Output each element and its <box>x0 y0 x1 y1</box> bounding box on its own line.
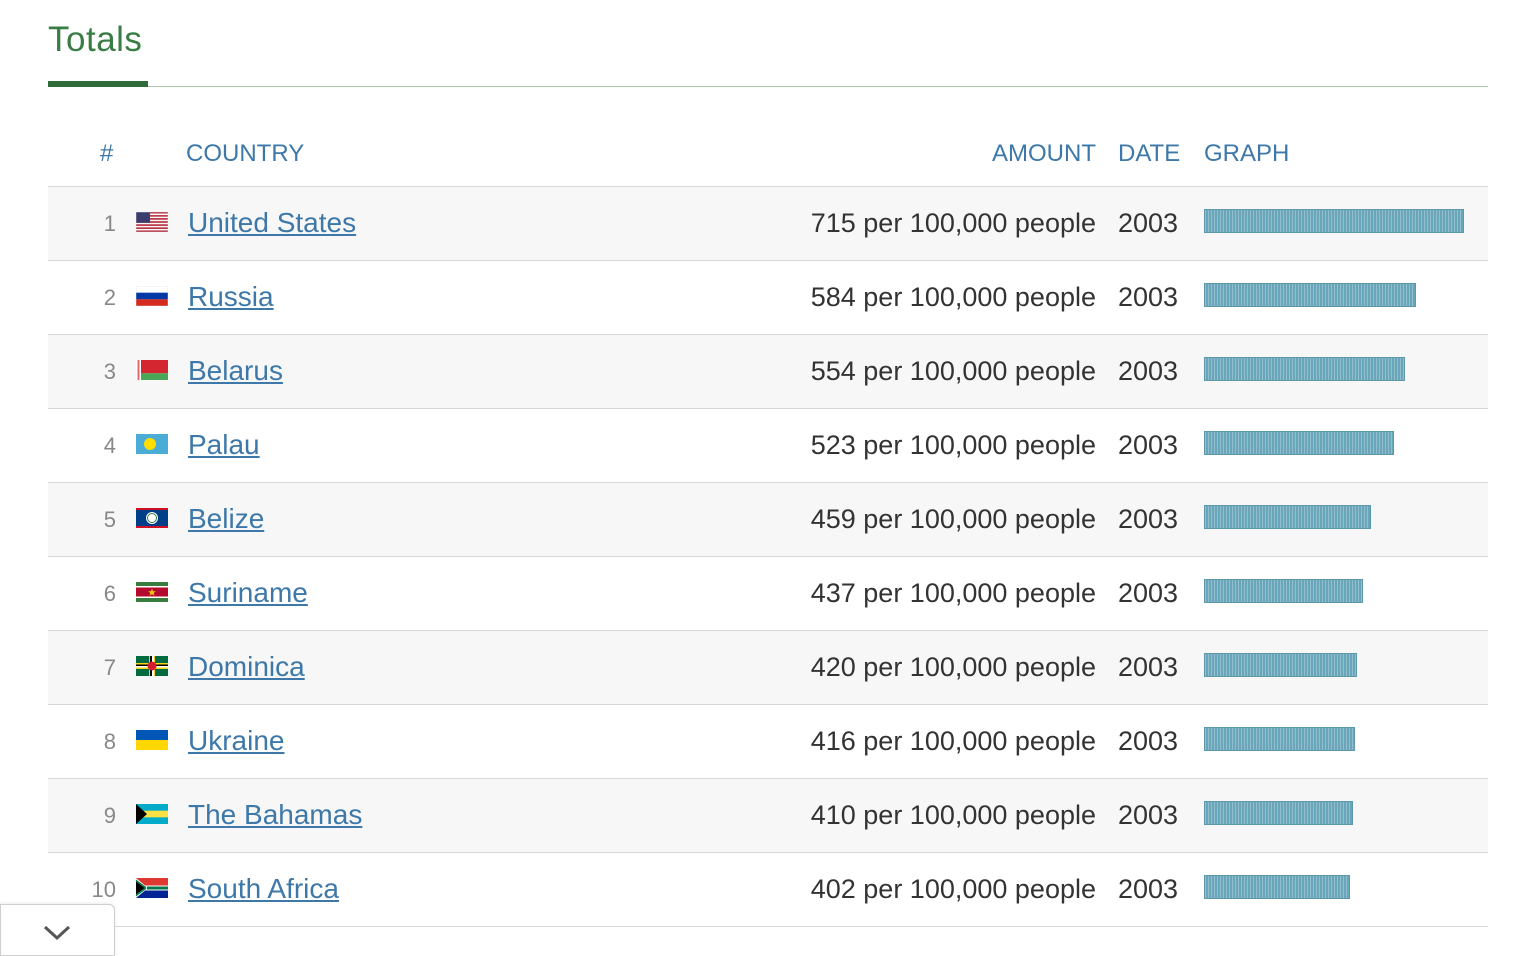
table-row: 3 Belarus 554 per 100,000 people 2003 <box>48 335 1488 409</box>
row-rank: 10 <box>91 877 116 902</box>
country-link[interactable]: Ukraine <box>188 725 284 757</box>
header-date[interactable]: DATE <box>1118 140 1180 168</box>
graph-bar <box>1204 875 1350 899</box>
row-amount: 584 per 100,000 people <box>810 282 1096 312</box>
country-link[interactable]: Suriname <box>188 577 308 609</box>
graph-bar <box>1204 283 1416 307</box>
row-date: 2003 <box>1118 430 1179 460</box>
header-rank[interactable]: # <box>100 140 113 168</box>
south-africa-flag-icon <box>136 878 168 898</box>
table-row: 10 South Africa 402 per 100,000 people 2003 <box>48 853 1488 927</box>
row-rank: 4 <box>103 433 116 458</box>
row-date: 2003 <box>1118 504 1179 534</box>
row-rank: 1 <box>103 211 116 236</box>
table-row: 9 The Bahamas 410 per 100,000 people 2003 <box>48 779 1488 853</box>
row-amount: 715 per 100,000 people <box>810 208 1096 238</box>
row-date: 2003 <box>1118 282 1179 312</box>
row-rank: 7 <box>103 655 116 680</box>
row-rank: 3 <box>103 359 116 384</box>
row-rank: 5 <box>103 507 116 532</box>
country-link[interactable]: Belarus <box>188 355 283 387</box>
belize-flag-icon <box>136 508 168 528</box>
row-amount: 459 per 100,000 people <box>810 504 1096 534</box>
row-date: 2003 <box>1118 208 1179 238</box>
graph-bar <box>1204 431 1394 455</box>
country-link[interactable]: United States <box>188 207 356 239</box>
graph-bar <box>1204 727 1355 751</box>
graph-bar <box>1204 579 1363 603</box>
table-row: 8 Ukraine 416 per 100,000 people 2003 <box>48 705 1488 779</box>
section-title: Totals <box>48 20 143 59</box>
collapse-toggle[interactable] <box>0 904 115 956</box>
row-amount: 437 per 100,000 people <box>810 578 1096 608</box>
russia-flag-icon <box>136 286 168 306</box>
country-link[interactable]: Palau <box>188 429 260 461</box>
row-amount: 416 per 100,000 people <box>810 726 1096 756</box>
row-date: 2003 <box>1118 874 1179 904</box>
row-amount: 554 per 100,000 people <box>810 356 1096 386</box>
suriname-flag-icon <box>136 582 168 602</box>
table-row: 7 Dominica 420 per 100,000 people 2003 <box>48 631 1488 705</box>
totals-table: # COUNTRY AMOUNT DATE GRAPH 1 United Stat… <box>48 118 1488 927</box>
us-flag-icon <box>136 212 168 232</box>
table-header: # COUNTRY AMOUNT DATE GRAPH <box>48 118 1488 187</box>
graph-bar <box>1204 357 1405 381</box>
dominica-flag-icon <box>136 656 168 676</box>
row-rank: 8 <box>103 729 116 754</box>
header-graph: GRAPH <box>1204 140 1290 167</box>
row-amount: 420 per 100,000 people <box>810 652 1096 682</box>
table-body: 1 United States 715 per 100,000 people 2003… <box>48 187 1488 927</box>
bahamas-flag-icon <box>136 804 168 824</box>
graph-bar <box>1204 209 1464 233</box>
country-link[interactable]: The Bahamas <box>188 799 362 831</box>
graph-bar <box>1204 801 1353 825</box>
row-date: 2003 <box>1118 652 1179 682</box>
country-link[interactable]: Russia <box>188 281 274 313</box>
header-rule <box>48 86 1488 87</box>
section-header: Totals <box>48 0 1488 88</box>
ukraine-flag-icon <box>136 730 168 750</box>
header-amount[interactable]: AMOUNT <box>992 140 1096 168</box>
row-date: 2003 <box>1118 726 1179 756</box>
graph-bar <box>1204 653 1357 677</box>
row-rank: 6 <box>103 581 116 606</box>
palau-flag-icon <box>136 434 168 454</box>
table-row: 4 Palau 523 per 100,000 people 2003 <box>48 409 1488 483</box>
table-row: 5 Belize 459 per 100,000 people 2003 <box>48 483 1488 557</box>
belarus-flag-icon <box>136 360 168 380</box>
row-rank: 9 <box>103 803 116 828</box>
row-amount: 410 per 100,000 people <box>810 800 1096 830</box>
header-accent <box>48 81 148 87</box>
chevron-down-icon <box>43 925 71 941</box>
table-row: 1 United States 715 per 100,000 people 2003 <box>48 187 1488 261</box>
row-amount: 402 per 100,000 people <box>810 874 1096 904</box>
row-date: 2003 <box>1118 356 1179 386</box>
table-row: 6 Suriname 437 per 100,000 people 2003 <box>48 557 1488 631</box>
row-amount: 523 per 100,000 people <box>810 430 1096 460</box>
header-country[interactable]: COUNTRY <box>186 140 304 168</box>
row-rank: 2 <box>103 285 116 310</box>
country-link[interactable]: Dominica <box>188 651 305 683</box>
table-row: 2 Russia 584 per 100,000 people 2003 <box>48 261 1488 335</box>
graph-bar <box>1204 505 1371 529</box>
country-link[interactable]: Belize <box>188 503 264 535</box>
country-link[interactable]: South Africa <box>188 873 339 905</box>
row-date: 2003 <box>1118 800 1179 830</box>
row-date: 2003 <box>1118 578 1179 608</box>
